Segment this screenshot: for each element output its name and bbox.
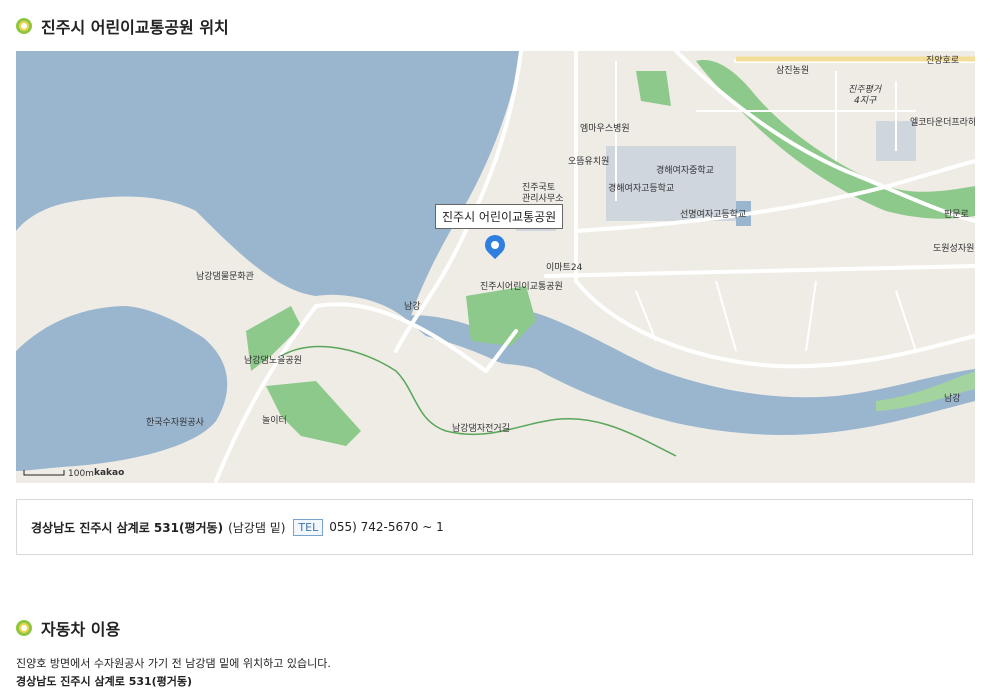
label-district4: 4지구 (854, 95, 877, 106)
label-trail: 남강댐자전거길 (452, 423, 510, 434)
tel-number: 055) 742-5670 ~ 1 (329, 520, 444, 534)
car-section-title: 자동차 이용 (16, 616, 120, 640)
circle-bullet-icon (16, 620, 32, 636)
map-view[interactable]: 삼진농원 진주평거 4지구 엠마우스병원 오뜸유치원 경해여자고등학교 경해여자… (16, 51, 975, 483)
address-box: 경상남도 진주시 삼계로 531(평거동) (남강댐 밑) TEL 055) 7… (16, 499, 973, 555)
scale-label: 100m (68, 469, 94, 479)
label-dowon: 도원성자원운전전문 (933, 243, 975, 254)
label-park-name: 진주시어린이교통공원 (480, 281, 563, 292)
label-ottum: 오뜸유치원 (568, 155, 609, 167)
label-road1: 진양호로 (926, 55, 959, 66)
label-elcotown: 엘코타운더프라하아파트 (910, 117, 975, 128)
label-playground: 놀이터 (262, 415, 287, 426)
location-section-title: 진주시 어린이교통공원 위치 (16, 14, 229, 38)
label-namgang-museum: 남강댐물문화관 (196, 271, 254, 282)
address-note: (남강댐 밑) (228, 520, 286, 535)
label-pyeongeo: 진주평거 (848, 84, 882, 95)
label-samjin: 삼진농원 (776, 65, 809, 76)
label-river: 남강 (944, 393, 961, 404)
tel-badge: TEL (293, 518, 324, 536)
label-gyeonghae-mid: 경해여자중학교 (656, 164, 714, 176)
kakao-logo: kakao (94, 468, 124, 478)
location-title-text: 진주시 어린이교통공원 위치 (41, 18, 229, 37)
car-address: 경상남도 진주시 삼계로 531(평거동) (16, 675, 193, 688)
car-title-text: 자동차 이용 (41, 620, 121, 639)
label-kukto2: 관리사무소 (522, 193, 563, 204)
label-noeul: 남강댐노을공원 (244, 355, 302, 366)
car-description: 진양호 방면에서 수자원공사 가기 전 남강댐 밑에 위치하고 있습니다. (16, 657, 331, 670)
label-kwater: 한국수자원공사 (146, 417, 205, 428)
circle-bullet-icon (16, 18, 32, 34)
label-river-small: 남강 (404, 301, 421, 312)
address-main: 경상남도 진주시 삼계로 531(평거동) (31, 520, 224, 535)
marker-callout[interactable]: 진주시 어린이교통공원 (435, 204, 564, 229)
label-road2: 판문로 (944, 209, 969, 220)
label-mmaus: 엠마우스병원 (580, 122, 630, 134)
label-seonmyeong: 선명여자고등학교 (680, 208, 746, 220)
label-emart: 이마트24 (546, 262, 583, 273)
label-gyeonghae-high: 경해여자고등학교 (608, 182, 674, 194)
label-kukto1: 진주국토 (522, 182, 555, 193)
